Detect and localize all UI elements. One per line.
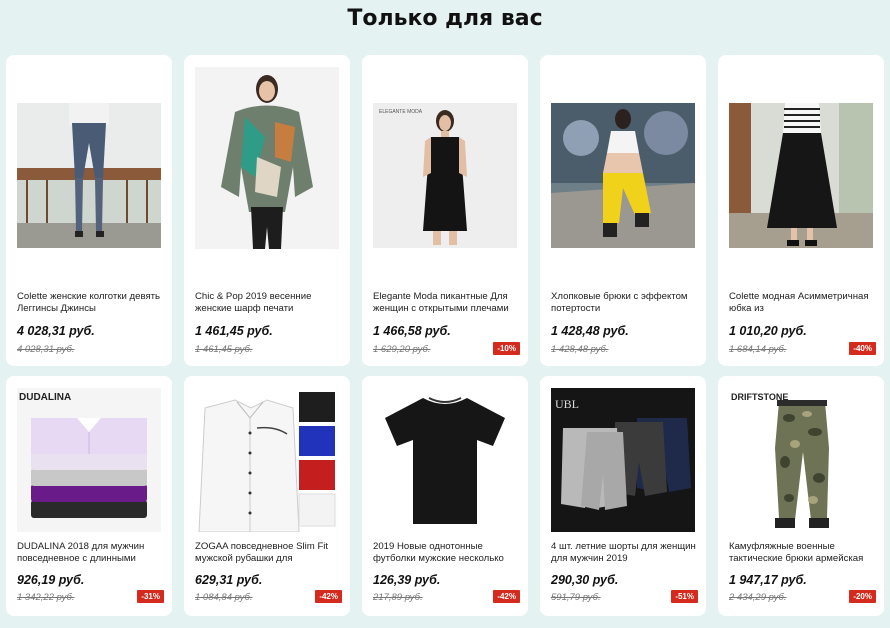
product-image[interactable]: DRIFTSTONE (729, 388, 873, 532)
product-old-price: 1 684,14 руб. (729, 344, 787, 355)
product-name[interactable]: Камуфляжные военные тактические брюки ар… (729, 541, 879, 565)
product-card[interactable]: ELEGANTE MODA Elegante Moda пикантные Дл… (362, 55, 528, 366)
product-grid: Colette женские колготки девять Леггинсы… (6, 55, 884, 616)
product-old-price: 1 461,45 руб. (195, 344, 253, 355)
product-price: 290,30 руб. (551, 573, 619, 587)
product-image[interactable]: UBL (551, 388, 695, 532)
product-old-price: 2 434,29 руб. (729, 592, 787, 603)
product-card[interactable]: Chic & Pop 2019 весенние женские шарф пе… (184, 55, 350, 366)
discount-badge: -10% (493, 342, 520, 355)
product-price: 1 010,20 руб. (729, 324, 807, 338)
product-card[interactable]: UBL 4 шт. летние шорты для женщин для му… (540, 376, 706, 616)
product-price: 629,31 руб. (195, 573, 263, 587)
product-image[interactable] (195, 67, 339, 249)
brand-logo: ELEGANTE MODA (379, 109, 423, 115)
product-name[interactable]: Colette модная Асимметричная юбка из (729, 291, 879, 315)
discount-badge: -42% (493, 590, 520, 603)
product-price: 1 466,58 руб. (373, 324, 451, 338)
product-name[interactable]: Elegante Moda пикантные Для женщин с отк… (373, 291, 523, 315)
product-price: 1 947,17 руб. (729, 573, 807, 587)
product-image[interactable] (195, 388, 339, 532)
product-image[interactable] (729, 103, 873, 248)
product-image[interactable]: ELEGANTE MODA (373, 103, 517, 248)
product-price: 1 428,48 руб. (551, 324, 629, 338)
product-image[interactable]: DUDALINA (17, 388, 161, 532)
product-price: 4 028,31 руб. (17, 324, 95, 338)
product-card[interactable]: Colette модная Асимметричная юбка из 1 0… (718, 55, 884, 366)
product-image[interactable] (551, 103, 695, 248)
product-card[interactable]: DUDALINA DUDALINA 2018 для мужчин повсед… (6, 376, 172, 616)
product-old-price: 1 084,84 руб. (195, 592, 253, 603)
product-old-price: 591,79 руб. (551, 592, 601, 603)
product-image[interactable] (17, 103, 161, 248)
product-name[interactable]: Colette женские колготки девять Леггинсы… (17, 291, 167, 315)
discount-badge: -51% (671, 590, 698, 603)
product-card[interactable]: DRIFTSTONE Камуфляжные военные тактическ… (718, 376, 884, 616)
product-card[interactable]: Colette женские колготки девять Леггинсы… (6, 55, 172, 366)
product-card[interactable]: 2019 Новые однотонные футболки мужские н… (362, 376, 528, 616)
product-old-price: 1 342,22 руб. (17, 592, 75, 603)
product-old-price: 1 629,20 руб. (373, 344, 431, 355)
product-name[interactable]: DUDALINA 2018 для мужчин повседневное с … (17, 541, 167, 565)
product-old-price: 1 428,48 руб. (551, 344, 609, 355)
product-name[interactable]: Chic & Pop 2019 весенние женские шарф пе… (195, 291, 345, 315)
discount-badge: -31% (137, 590, 164, 603)
brand-logo: UBL (555, 397, 579, 411)
product-name[interactable]: ZOGAA повседневное Slim Fit мужской руба… (195, 541, 345, 565)
product-old-price: 4 028,31 руб. (17, 344, 75, 355)
product-image[interactable] (373, 388, 517, 532)
product-old-price: 217,89 руб. (373, 592, 423, 603)
discount-badge: -40% (849, 342, 876, 355)
section-title: Только для вас (347, 6, 543, 31)
product-price: 926,19 руб. (17, 573, 85, 587)
product-name[interactable]: Хлопковые брюки с эффектом потертости (551, 291, 701, 315)
product-card[interactable]: ZOGAA повседневное Slim Fit мужской руба… (184, 376, 350, 616)
product-price: 1 461,45 руб. (195, 324, 273, 338)
product-name[interactable]: 4 шт. летние шорты для женщин для мужчин… (551, 541, 701, 565)
product-card[interactable]: Хлопковые брюки с эффектом потертости 1 … (540, 55, 706, 366)
product-name[interactable]: 2019 Новые однотонные футболки мужские н… (373, 541, 523, 565)
discount-badge: -42% (315, 590, 342, 603)
brand-logo: DUDALINA (19, 392, 71, 403)
discount-badge: -20% (849, 590, 876, 603)
product-price: 126,39 руб. (373, 573, 441, 587)
